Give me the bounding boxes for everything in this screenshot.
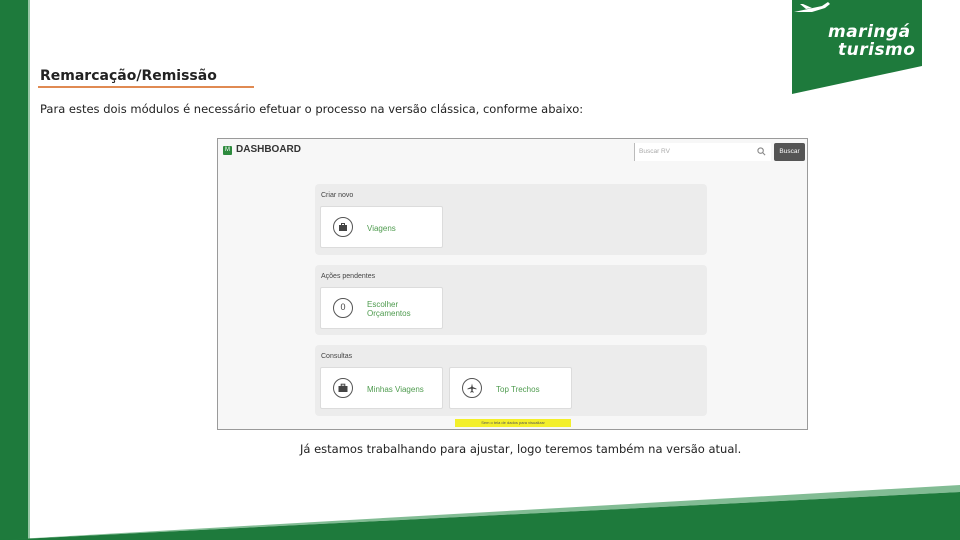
dashboard-screenshot: M DASHBOARD Buscar RV Buscar Criar novo … xyxy=(217,138,808,430)
card-label-line2: Orçamentos xyxy=(367,309,411,318)
section-criar-novo: Criar novo Viagens xyxy=(315,184,707,255)
card-viagens[interactable]: Viagens xyxy=(320,206,443,248)
section-title: Ações pendentes xyxy=(321,273,376,280)
left-decor-bar xyxy=(0,0,28,540)
brand-logo: maringá turismo xyxy=(792,0,922,94)
pending-count: 0 xyxy=(340,302,346,312)
dashboard-title: DASHBOARD xyxy=(236,144,301,155)
briefcase-icon xyxy=(333,378,353,398)
card-escolher-orcamentos[interactable]: 0 Escolher Orçamentos xyxy=(320,287,443,329)
card-label-line1: Escolher xyxy=(367,300,399,309)
search-input[interactable]: Buscar RV xyxy=(634,143,771,161)
card-label: Minhas Viagens xyxy=(367,385,424,394)
card-label: Viagens xyxy=(367,224,396,233)
section-consultas: Consultas Minhas Viagens Top Trechos xyxy=(315,345,707,416)
card-minhas-viagens[interactable]: Minhas Viagens xyxy=(320,367,443,409)
search-button[interactable]: Buscar xyxy=(774,143,805,161)
logo-line2: turismo xyxy=(838,40,916,60)
airplane-icon xyxy=(462,378,482,398)
logo-line1: maringá xyxy=(828,22,911,42)
slide-intro: Para estes dois módulos é necessário efe… xyxy=(40,102,584,116)
number-zero-icon: 0 xyxy=(333,298,353,318)
dashboard-logo-icon: M xyxy=(223,146,232,155)
slide-heading: Remarcação/Remissão xyxy=(40,68,217,84)
highlighted-note: Sem o tela de dados para visualizar xyxy=(455,419,571,427)
search-placeholder: Buscar RV xyxy=(639,148,670,155)
suitcase-icon xyxy=(333,217,353,237)
card-top-trechos[interactable]: Top Trechos xyxy=(449,367,572,409)
left-decor-edge xyxy=(28,0,30,540)
card-label: Top Trechos xyxy=(496,385,540,394)
airplane-logo-icon xyxy=(794,2,830,12)
section-acoes-pendentes: Ações pendentes 0 Escolher Orçamentos xyxy=(315,265,707,335)
search-icon[interactable] xyxy=(757,147,766,156)
heading-underline xyxy=(38,86,254,88)
section-title: Consultas xyxy=(321,353,353,360)
section-title: Criar novo xyxy=(321,192,354,199)
slide-footer: Já estamos trabalhando para ajustar, log… xyxy=(300,442,742,456)
bottom-decor-wave xyxy=(0,485,960,540)
